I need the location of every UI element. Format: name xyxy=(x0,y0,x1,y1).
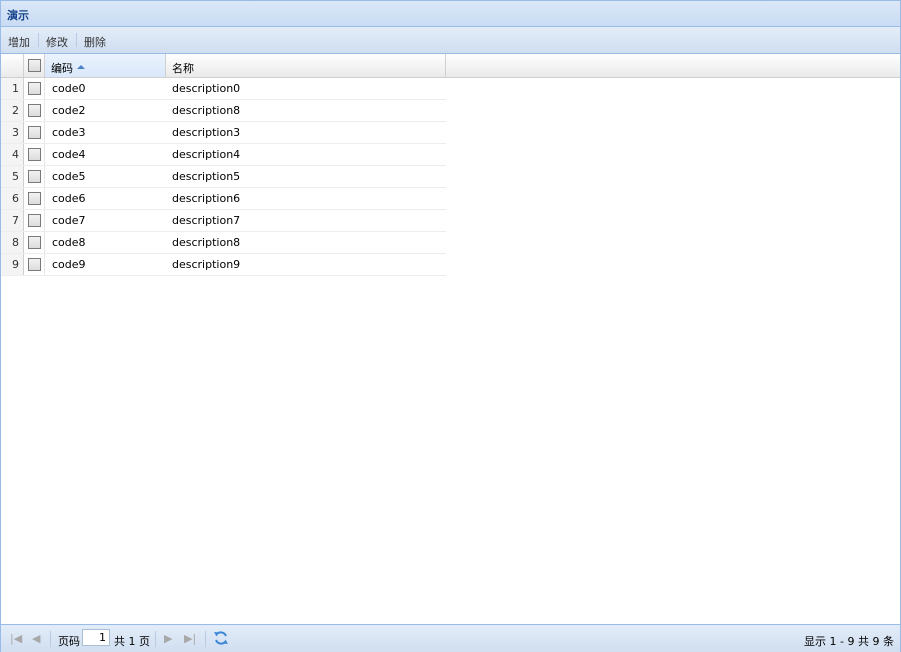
pager-separator xyxy=(205,631,206,647)
cell-code: code2 xyxy=(52,104,86,117)
table-row[interactable]: 1 code0 description0 xyxy=(1,78,446,100)
table-row[interactable]: 4 code4 description4 xyxy=(1,144,446,166)
cell-name: description8 xyxy=(172,104,241,117)
row-checkbox[interactable] xyxy=(28,214,41,227)
edit-button[interactable]: 修改 xyxy=(46,34,68,50)
row-number-header xyxy=(1,54,24,77)
cell-code: code6 xyxy=(52,192,86,205)
cell-name: description8 xyxy=(172,236,241,249)
cell-code: code3 xyxy=(52,126,86,139)
grid-panel: 演示 增加 修改 删除 编码 名称 1 code0 description0 2 cod… xyxy=(0,0,901,652)
row-select-cell xyxy=(24,254,45,275)
previous-page-icon[interactable]: ◀ xyxy=(32,633,40,644)
row-number: 1 xyxy=(1,78,24,99)
panel-title: 演示 xyxy=(7,9,29,22)
toolbar-separator xyxy=(76,33,77,47)
page-label: 页码 xyxy=(58,635,80,648)
cell-code: code8 xyxy=(52,236,86,249)
column-header-name[interactable]: 名称 xyxy=(166,54,446,77)
row-checkbox[interactable] xyxy=(28,148,41,161)
cell-name: description5 xyxy=(172,170,241,183)
refresh-icon[interactable] xyxy=(213,630,229,646)
table-row[interactable]: 2 code2 description8 xyxy=(1,100,446,122)
pager-separator xyxy=(155,631,156,647)
row-checkbox[interactable] xyxy=(28,170,41,183)
row-select-cell xyxy=(24,122,45,143)
cell-name: description0 xyxy=(172,82,241,95)
toolbar: 增加 修改 删除 xyxy=(1,27,900,54)
table-row[interactable]: 9 code9 description9 xyxy=(1,254,446,276)
row-number: 2 xyxy=(1,100,24,121)
display-summary: 显示 1 - 9 共 9 条 xyxy=(804,635,894,648)
table-row[interactable]: 3 code3 description3 xyxy=(1,122,446,144)
paging-toolbar: |◀ ◀ 页码 共 1 页 ▶ ▶| 显示 1 - 9 共 9 条 xyxy=(1,624,900,652)
table-row[interactable]: 5 code5 description5 xyxy=(1,166,446,188)
row-select-cell xyxy=(24,188,45,209)
cell-name: description7 xyxy=(172,214,241,227)
row-checkbox[interactable] xyxy=(28,104,41,117)
cell-code: code9 xyxy=(52,258,86,271)
cell-name: description9 xyxy=(172,258,241,271)
page-number-input[interactable] xyxy=(82,629,110,646)
panel-header: 演示 xyxy=(1,1,900,27)
row-number: 9 xyxy=(1,254,24,275)
cell-name: description4 xyxy=(172,148,241,161)
row-number: 4 xyxy=(1,144,24,165)
sort-ascending-icon xyxy=(77,65,85,69)
row-number: 6 xyxy=(1,188,24,209)
row-select-cell xyxy=(24,210,45,231)
add-button[interactable]: 增加 xyxy=(8,34,30,50)
row-number: 3 xyxy=(1,122,24,143)
column-header-code[interactable]: 编码 xyxy=(45,54,166,77)
row-select-cell xyxy=(24,166,45,187)
row-select-cell xyxy=(24,232,45,253)
row-select-cell xyxy=(24,100,45,121)
cell-code: code0 xyxy=(52,82,86,95)
row-select-cell xyxy=(24,78,45,99)
cell-code: code4 xyxy=(52,148,86,161)
row-number: 8 xyxy=(1,232,24,253)
toolbar-separator xyxy=(38,33,39,47)
column-header-name-label: 名称 xyxy=(172,62,194,75)
select-all-header xyxy=(24,54,45,77)
row-checkbox[interactable] xyxy=(28,236,41,249)
cell-code: code5 xyxy=(52,170,86,183)
row-checkbox[interactable] xyxy=(28,82,41,95)
row-select-cell xyxy=(24,144,45,165)
table-row[interactable]: 8 code8 description8 xyxy=(1,232,446,254)
row-number: 5 xyxy=(1,166,24,187)
pager-separator xyxy=(50,631,51,647)
first-page-icon[interactable]: |◀ xyxy=(10,633,22,644)
select-all-checkbox[interactable] xyxy=(28,59,41,72)
grid-header: 编码 名称 xyxy=(1,54,900,78)
cell-code: code7 xyxy=(52,214,86,227)
table-row[interactable]: 6 code6 description6 xyxy=(1,188,446,210)
last-page-icon[interactable]: ▶| xyxy=(184,633,196,644)
column-header-code-label: 编码 xyxy=(51,62,73,75)
row-number: 7 xyxy=(1,210,24,231)
row-checkbox[interactable] xyxy=(28,126,41,139)
total-pages-label: 共 1 页 xyxy=(114,635,150,648)
cell-name: description3 xyxy=(172,126,241,139)
row-checkbox[interactable] xyxy=(28,192,41,205)
next-page-icon[interactable]: ▶ xyxy=(164,633,172,644)
table-row[interactable]: 7 code7 description7 xyxy=(1,210,446,232)
row-checkbox[interactable] xyxy=(28,258,41,271)
cell-name: description6 xyxy=(172,192,241,205)
delete-button[interactable]: 删除 xyxy=(84,34,106,50)
